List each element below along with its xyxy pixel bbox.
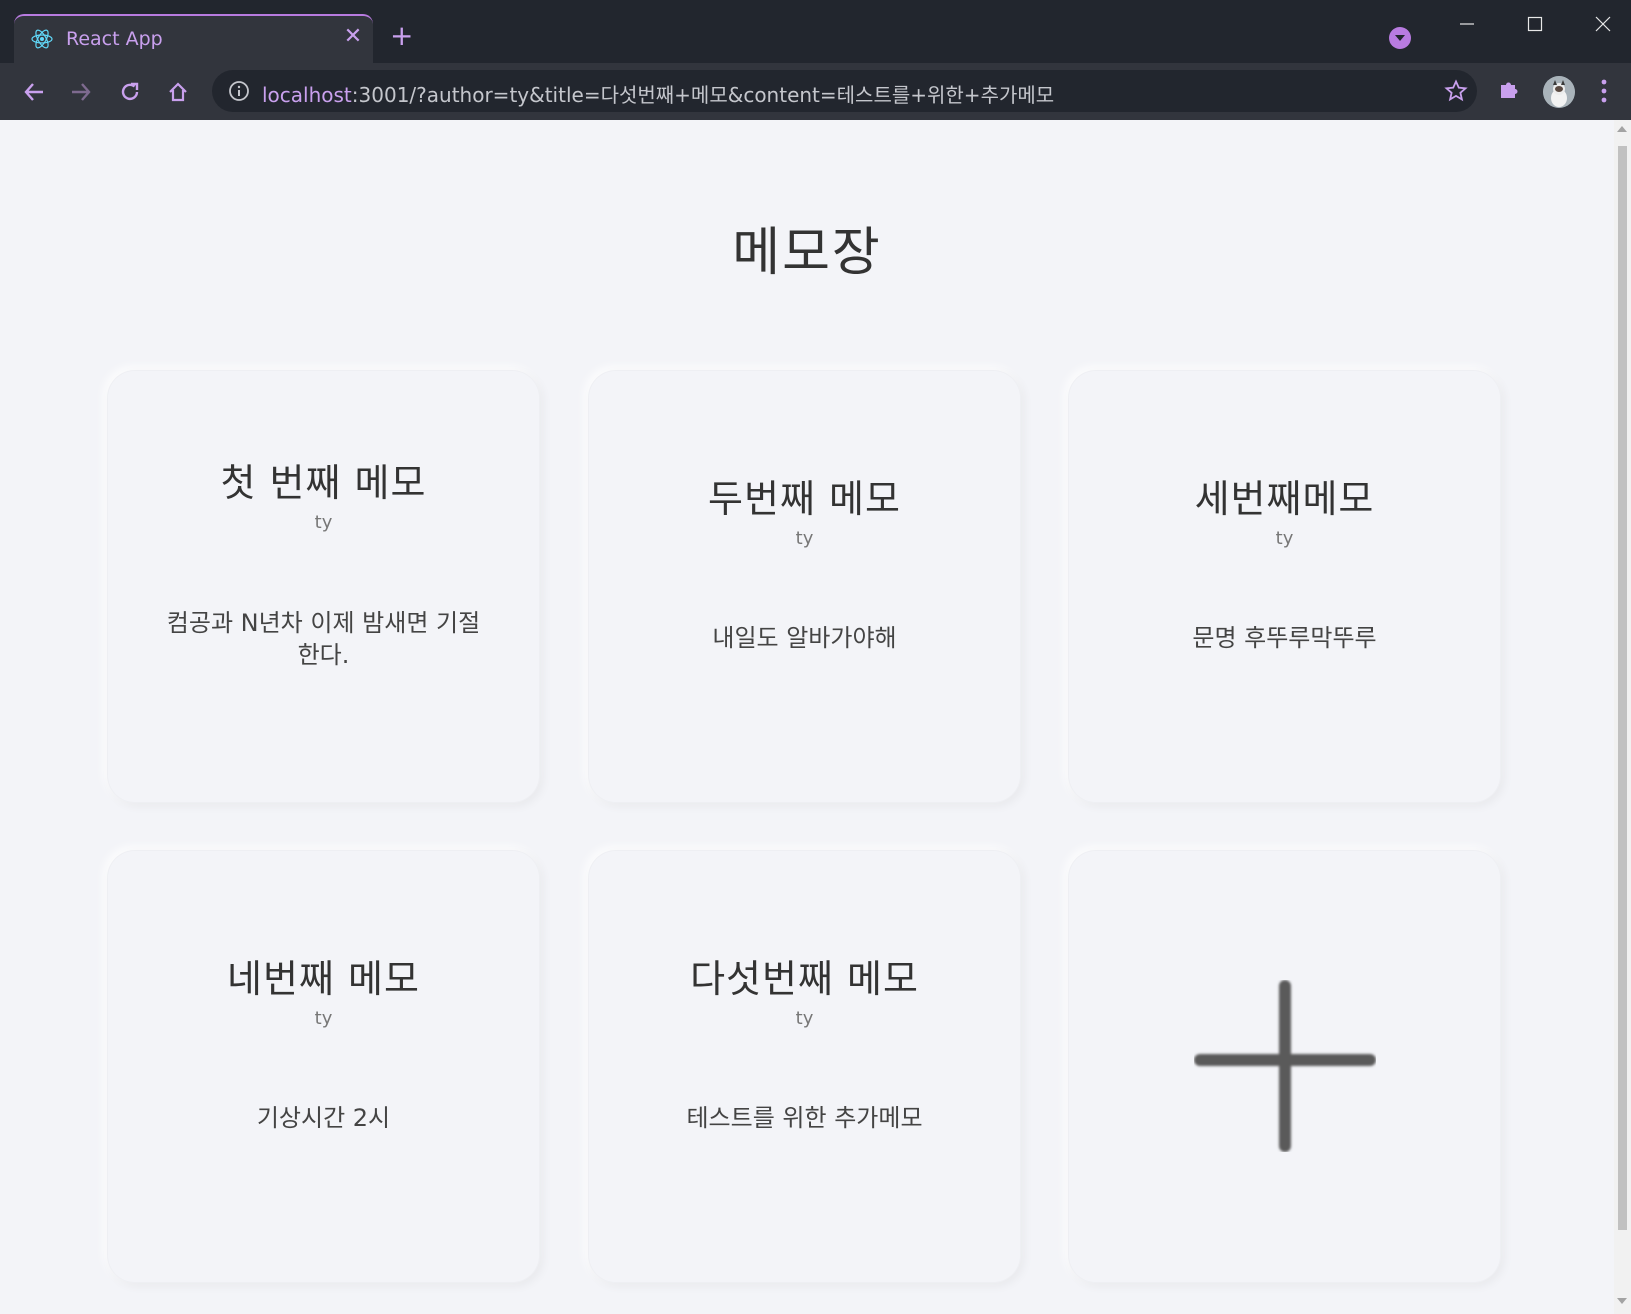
memo-content: 테스트를 위한 추가메모: [686, 1104, 923, 1132]
reload-icon[interactable]: [115, 77, 145, 107]
memo-content: 문명 후뚜루막뚜루: [1192, 624, 1377, 652]
add-memo-button[interactable]: [1068, 850, 1501, 1283]
memo-card[interactable]: 첫 번째 메모 ty 컴공과 N년차 이제 밤새면 기절한다.: [107, 370, 540, 803]
react-icon: [31, 29, 53, 49]
memo-author: ty: [314, 512, 333, 533]
memo-author: ty: [795, 1008, 814, 1029]
memo-author: ty: [1275, 528, 1294, 549]
close-window-icon[interactable]: [1580, 10, 1626, 38]
scrollbar-thumb[interactable]: [1618, 146, 1627, 1230]
memo-title: 두번째 메모: [708, 477, 901, 521]
profile-avatar[interactable]: [1543, 76, 1575, 108]
tab-strip: React App ✕ +: [0, 0, 1631, 63]
scroll-up-arrow-icon[interactable]: [1617, 126, 1627, 132]
maximize-icon[interactable]: [1512, 10, 1558, 38]
plus-icon: [1194, 980, 1376, 1152]
back-arrow-icon[interactable]: [19, 77, 49, 107]
tab-close-icon[interactable]: ✕: [340, 24, 366, 50]
memo-card[interactable]: 두번째 메모 ty 내일도 알바가야해: [588, 370, 1021, 803]
address-bar[interactable]: localhost:3001/?author=ty&title=다섯번째+메모&…: [212, 70, 1477, 112]
info-icon[interactable]: [228, 80, 250, 102]
browser-toolbar: localhost:3001/?author=ty&title=다섯번째+메모&…: [0, 63, 1631, 120]
tab-title: React App: [66, 28, 163, 50]
url-text[interactable]: localhost:3001/?author=ty&title=다섯번째+메모&…: [262, 79, 1054, 108]
more-menu-icon[interactable]: [1600, 77, 1608, 105]
forward-arrow-icon[interactable]: [66, 77, 96, 107]
memo-title: 세번째메모: [1194, 477, 1375, 521]
page-viewport: 메모장 첫 번째 메모 ty 컴공과 N년차 이제 밤새면 기절한다. 두번째 …: [0, 120, 1614, 1314]
bookmark-star-icon[interactable]: [1444, 79, 1468, 103]
memo-card[interactable]: 네번째 메모 ty 기상시간 2시: [107, 850, 540, 1283]
memo-content: 컴공과 N년차 이제 밤새면 기절한다.: [166, 609, 481, 669]
memo-content: 기상시간 2시: [256, 1104, 391, 1132]
memo-title: 첫 번째 메모: [220, 461, 427, 505]
extensions-puzzle-icon[interactable]: [1497, 77, 1521, 101]
memo-author: ty: [314, 1008, 333, 1029]
vertical-scrollbar[interactable]: [1614, 120, 1631, 1314]
memo-title: 네번째 메모: [227, 957, 420, 1001]
scroll-down-arrow-icon[interactable]: [1617, 1298, 1627, 1304]
page-title: 메모장: [732, 223, 882, 283]
browser-tab[interactable]: React App ✕: [14, 14, 373, 63]
memo-author: ty: [795, 528, 814, 549]
memo-content: 내일도 알바가야해: [712, 624, 897, 652]
home-icon[interactable]: [163, 77, 193, 107]
minimize-icon[interactable]: [1444, 10, 1490, 38]
memo-card[interactable]: 세번째메모 ty 문명 후뚜루막뚜루: [1068, 370, 1501, 803]
tab-search-icon[interactable]: [1389, 27, 1411, 49]
new-tab-icon[interactable]: +: [390, 22, 413, 50]
memo-title: 다섯번째 메모: [690, 957, 919, 1001]
memo-card[interactable]: 다섯번째 메모 ty 테스트를 위한 추가메모: [588, 850, 1021, 1283]
